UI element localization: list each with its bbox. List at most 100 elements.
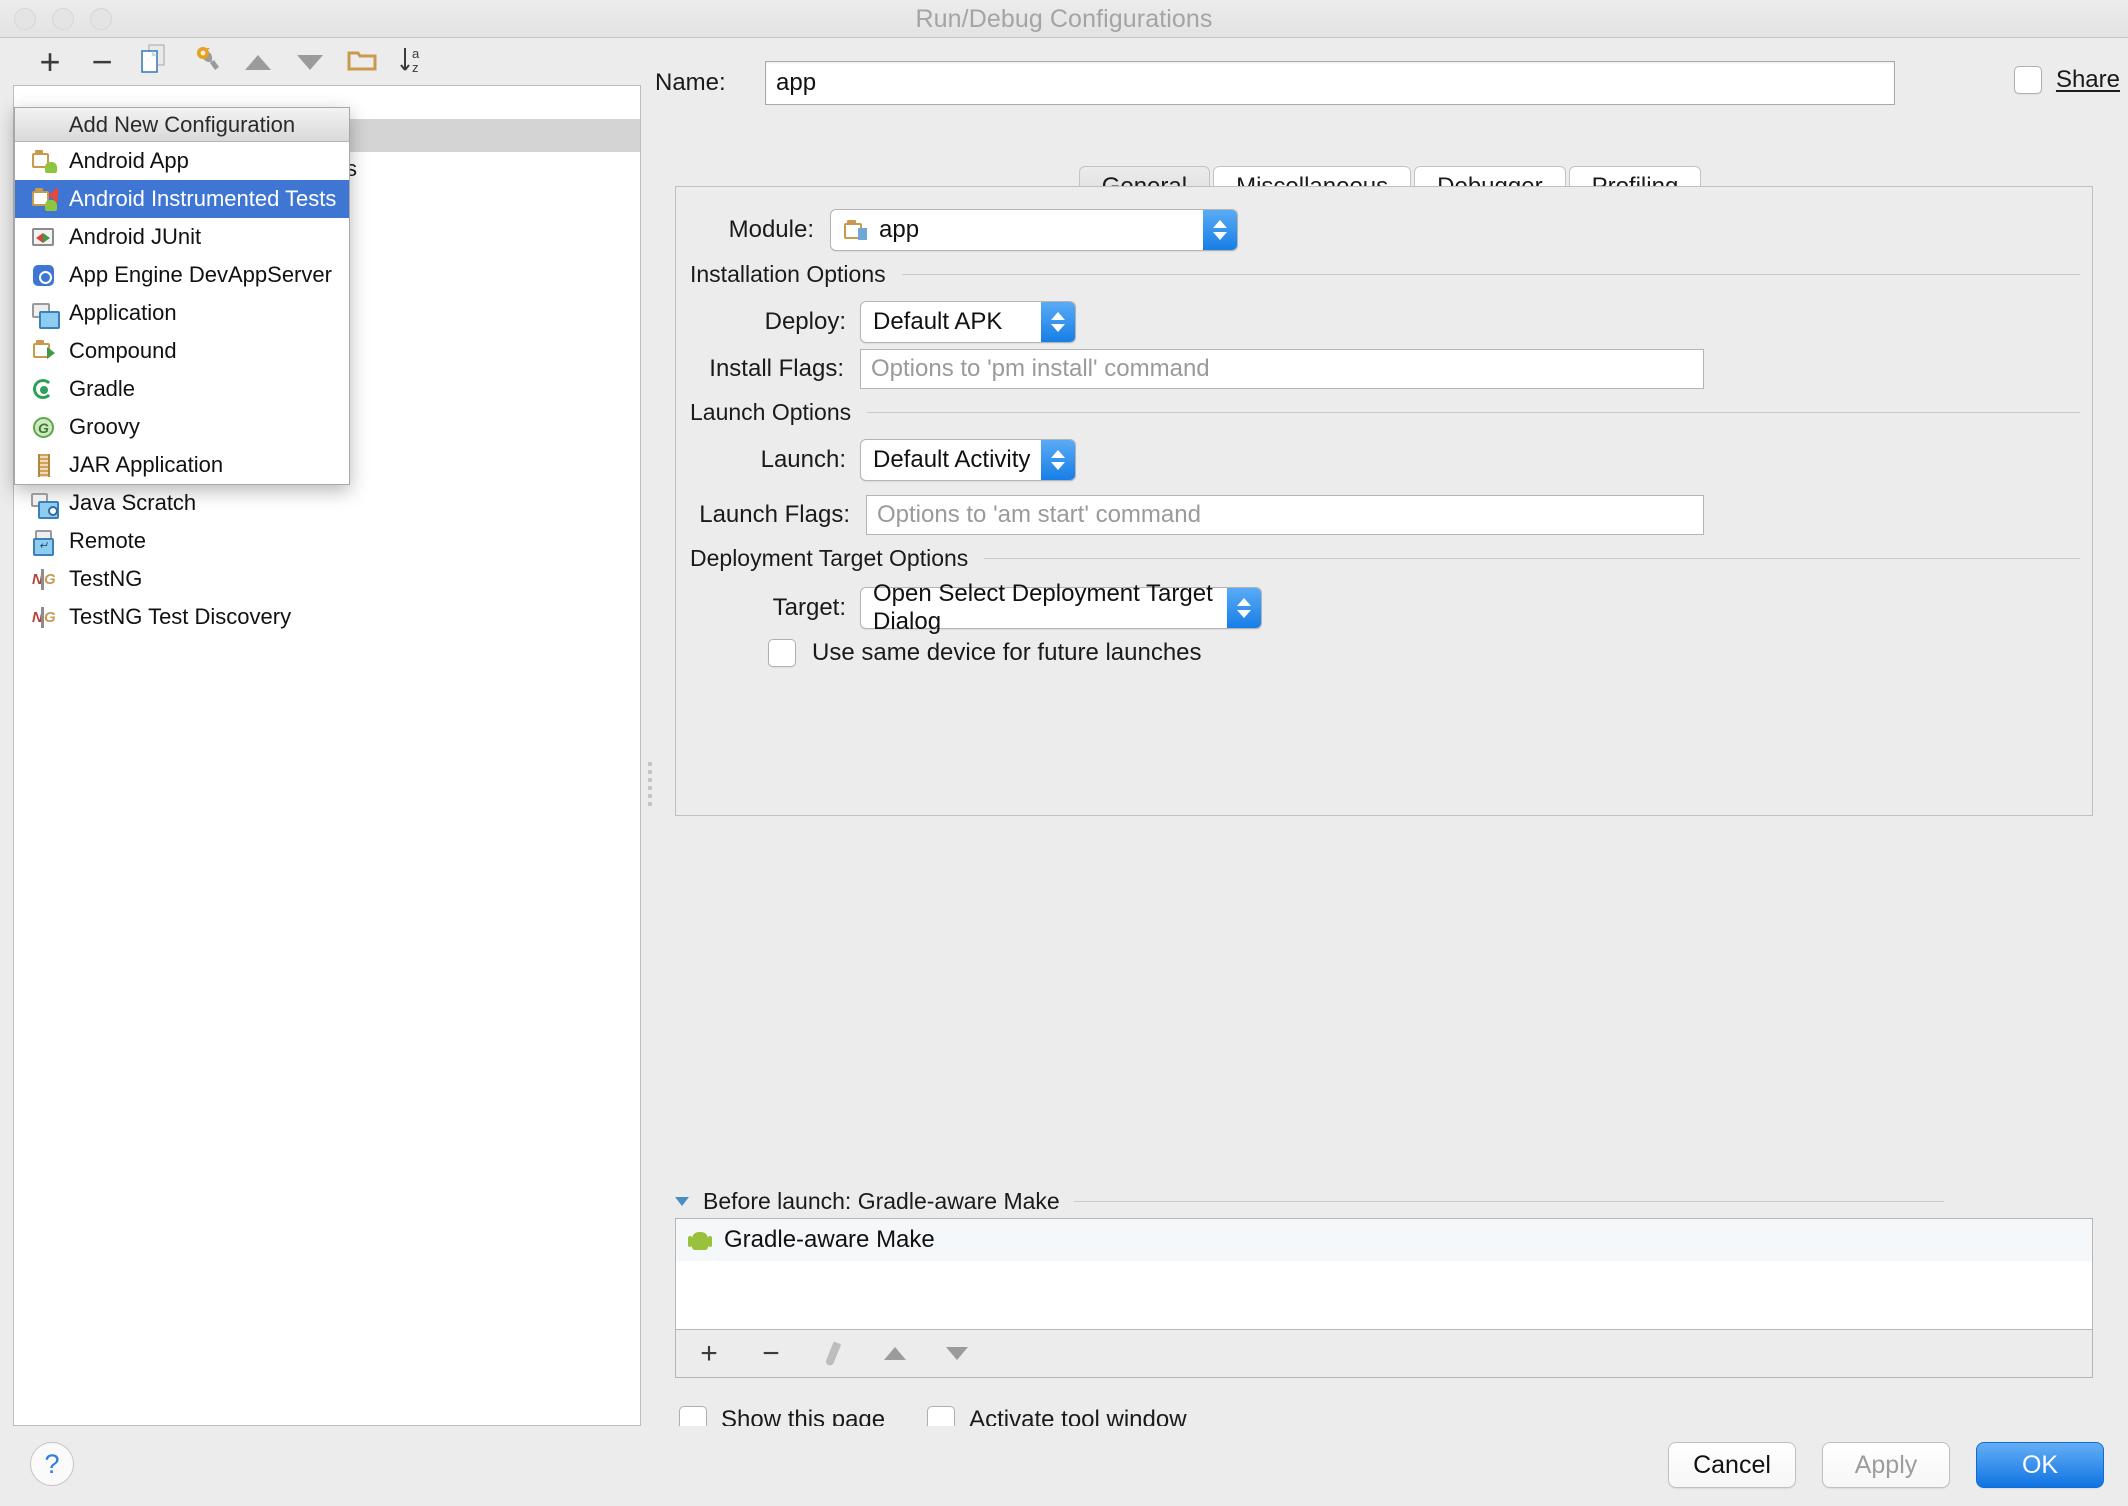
target-combobox[interactable]: Open Select Deployment Target Dialog (860, 580, 1262, 635)
menu-item-remote[interactable]: Remote (15, 522, 349, 560)
before-launch-toolbar: + − (675, 1330, 2093, 1378)
deployment-target-options-section: Deployment Target Options (690, 545, 2080, 572)
svg-text:z: z (412, 60, 419, 75)
pane-splitter-handle[interactable] (645, 758, 655, 818)
name-label: Name: (655, 69, 726, 96)
general-tab-panel: Module: app Installation Options Deploy:… (675, 186, 2093, 816)
android-robot-icon (688, 1227, 712, 1253)
move-up-button[interactable] (232, 40, 284, 84)
wrench-icon (190, 44, 222, 81)
module-value: app (879, 216, 920, 243)
deploy-value: Default APK (873, 308, 1003, 335)
android-app-icon (31, 148, 57, 174)
launch-combobox[interactable]: Default Activity (860, 439, 1076, 481)
before-launch-title: Before launch: Gradle-aware Make (703, 1188, 1060, 1214)
menu-item-android-junit[interactable]: Android JUnit (15, 218, 349, 256)
menu-item-testng[interactable]: TestNG (15, 560, 349, 598)
menu-item-label: Groovy (69, 414, 140, 439)
menu-item-java-scratch[interactable]: Java Scratch (15, 484, 349, 522)
install-flags-input[interactable]: Options to 'pm install' command (860, 349, 1704, 389)
install-flags-label: Install Flags: (709, 355, 844, 382)
name-input[interactable] (765, 61, 1895, 105)
before-launch-add-button[interactable]: + (692, 1337, 726, 1371)
menu-item-label: TestNG Test Discovery (69, 604, 292, 629)
cancel-button[interactable]: Cancel (1668, 1442, 1796, 1488)
launch-flags-row: Launch Flags: Options to 'am start' comm… (676, 495, 1704, 535)
add-configuration-button[interactable]: + (24, 40, 76, 84)
ok-button[interactable]: OK (1976, 1442, 2104, 1488)
launch-flags-input[interactable]: Options to 'am start' command (866, 495, 1704, 535)
sort-alphabetically-button[interactable]: a z (388, 40, 440, 84)
use-same-device-row[interactable]: Use same device for future launches (768, 639, 1202, 667)
before-launch-list[interactable]: Gradle-aware Make (675, 1218, 2093, 1330)
menu-item-label: Application (69, 300, 177, 325)
launch-row: Launch: Default Activity (676, 439, 1076, 481)
android-junit-icon (31, 224, 57, 250)
launch-options-title: Launch Options (690, 399, 852, 425)
menu-item-label: App Engine DevAppServer (69, 262, 332, 287)
help-button[interactable]: ? (30, 1442, 74, 1486)
minus-icon: − (91, 41, 113, 82)
move-up-icon (245, 54, 271, 70)
module-combobox[interactable]: app (830, 209, 1238, 251)
chevron-updown-icon[interactable] (1041, 440, 1075, 480)
before-launch-header[interactable]: Before launch: Gradle-aware Make (675, 1188, 1944, 1215)
deployment-target-options-title: Deployment Target Options (690, 545, 969, 571)
popup-title: Add New Configuration (15, 108, 349, 142)
chevron-updown-icon[interactable] (1041, 302, 1075, 342)
launch-flags-placeholder: Options to 'am start' command (877, 501, 1201, 528)
edit-defaults-button[interactable] (180, 40, 232, 84)
chevron-updown-icon[interactable] (1203, 210, 1237, 250)
menu-item-label: Compound (69, 338, 177, 363)
launch-value: Default Activity (873, 446, 1031, 473)
menu-item-label: JAR Application (69, 452, 224, 477)
share-checkbox[interactable] (2013, 66, 2042, 94)
use-same-device-label: Use same device for future launches (812, 639, 1202, 666)
window-titlebar: Run/Debug Configurations (0, 0, 2128, 38)
use-same-device-checkbox[interactable] (768, 639, 796, 667)
apply-button[interactable]: Apply (1822, 1442, 1950, 1488)
chevron-updown-icon[interactable] (1227, 588, 1261, 628)
menu-item-groovy[interactable]: G Groovy (15, 408, 349, 446)
menu-item-app-engine-devappserver[interactable]: App Engine DevAppServer (15, 256, 349, 294)
footer-buttons: Cancel Apply OK (1668, 1442, 2104, 1488)
installation-options-title: Installation Options (690, 261, 886, 287)
menu-item-label: Remote (69, 528, 147, 553)
list-item-label: Gradle-aware Make (724, 1226, 935, 1253)
app-engine-icon (31, 262, 57, 288)
jar-application-icon (31, 452, 57, 478)
menu-item-label: Java Scratch (69, 490, 197, 515)
menu-item-android-app[interactable]: Android App (15, 142, 349, 180)
minus-icon: − (762, 1336, 780, 1370)
java-scratch-icon (31, 490, 59, 519)
android-instrumented-tests-icon (31, 186, 58, 212)
before-launch-move-up-button[interactable] (878, 1337, 912, 1371)
menu-item-compound[interactable]: Compound (15, 332, 349, 370)
copy-configuration-button[interactable] (128, 40, 180, 84)
move-down-icon (946, 1347, 968, 1360)
before-launch-remove-button[interactable]: − (754, 1337, 788, 1371)
dialog-footer: ? Cancel Apply OK (0, 1426, 2128, 1506)
menu-item-gradle[interactable]: Gradle (15, 370, 349, 408)
menu-item-android-instrumented-tests[interactable]: Android Instrumented Tests (15, 180, 349, 218)
pencil-edit-icon (824, 1340, 842, 1367)
list-item[interactable]: Gradle-aware Make (676, 1219, 2092, 1261)
menu-item-application[interactable]: Application (15, 294, 349, 332)
deploy-combobox[interactable]: Default APK (860, 301, 1076, 343)
add-new-configuration-popup[interactable]: Add New Configuration Android App Androi… (14, 107, 350, 629)
new-folder-button[interactable] (336, 40, 388, 84)
chevron-down-icon[interactable] (675, 1197, 689, 1206)
copy-icon (139, 44, 169, 81)
move-down-icon (297, 54, 323, 70)
remove-configuration-button[interactable]: − (76, 40, 128, 84)
compound-icon (31, 338, 57, 364)
plus-icon: + (700, 1336, 718, 1370)
deploy-label: Deploy: (764, 308, 846, 335)
before-launch-move-down-button[interactable] (940, 1337, 974, 1371)
before-launch-edit-button[interactable] (816, 1337, 850, 1371)
menu-item-jar-application[interactable]: JAR Application (15, 446, 349, 484)
menu-item-testng-test-discovery[interactable]: TestNG Test Discovery (15, 598, 349, 636)
menu-item-label: Android JUnit (69, 224, 202, 249)
share-checkbox-row[interactable]: Share (2013, 66, 2120, 94)
move-down-button[interactable] (284, 40, 336, 84)
